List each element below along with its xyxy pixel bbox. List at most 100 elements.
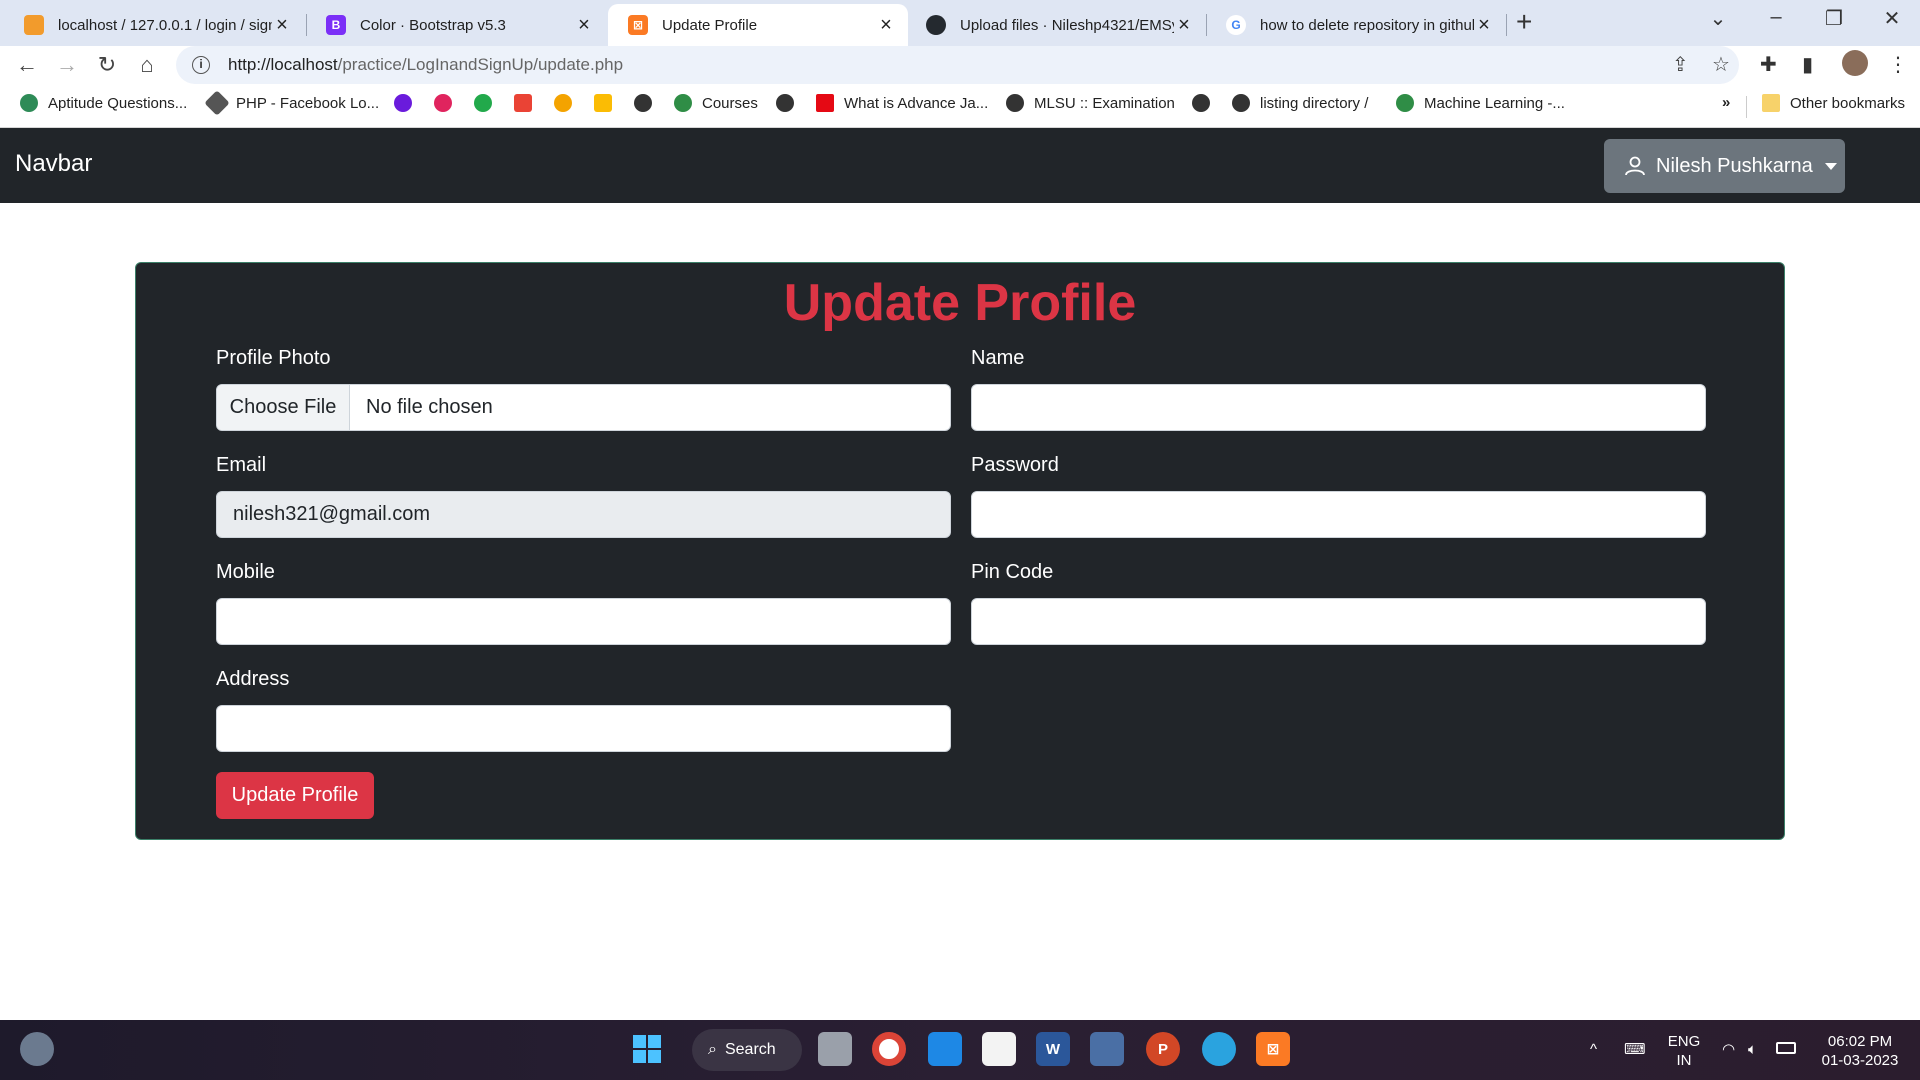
tab-title: how to delete repository in github [1260, 16, 1474, 34]
wifi-icon[interactable]: ◠ [1722, 1040, 1735, 1059]
password-label: Password [971, 454, 1059, 476]
new-tab-plus-icon[interactable]: + [1516, 6, 1532, 38]
powerpoint-icon[interactable]: P [1146, 1032, 1180, 1066]
pincode-field[interactable] [971, 598, 1706, 645]
close-icon[interactable]: × [1474, 14, 1494, 37]
person-icon [1625, 156, 1645, 176]
bootstrap-icon: B [326, 15, 346, 35]
globe-icon [1006, 94, 1024, 112]
update-profile-button[interactable]: Update Profile [216, 772, 374, 819]
mobile-field[interactable] [216, 598, 951, 645]
gmail-icon[interactable] [514, 94, 542, 112]
taskbar-search-label: Search [724, 1041, 776, 1058]
bookmark-green-2-icon[interactable] [474, 94, 502, 112]
name-field[interactable] [971, 384, 1706, 431]
bookmark-favicon-icon [204, 90, 230, 116]
side-panel-icon[interactable]: ▮ [1802, 52, 1813, 77]
home-icon[interactable]: ⌂ [132, 52, 162, 78]
bookmark-courses[interactable]: Courses [674, 94, 758, 112]
share-icon[interactable]: ⇪ [1672, 52, 1689, 77]
extensions-puzzle-icon[interactable]: ✚ [1760, 52, 1777, 77]
globe-icon[interactable] [634, 94, 662, 112]
taskbar-search[interactable]: ⌕ Search [692, 1029, 802, 1071]
search-icon: ⌕ [708, 1041, 717, 1058]
bookmark-rainbow-icon[interactable] [554, 94, 582, 112]
tab-search-chevron-icon[interactable]: ⌄ [1698, 6, 1738, 31]
tab-phpmyadmin[interactable]: localhost / 127.0.0.1 / login / sign × [4, 4, 304, 46]
show-hidden-icons-chevron[interactable]: ^ [1590, 1040, 1597, 1059]
tab-title: Upload files · Nileshp4321/EMSys [960, 16, 1174, 34]
browser-tab-strip: localhost / 127.0.0.1 / login / sign × B… [0, 0, 1920, 46]
bookmark-aptitude[interactable]: Aptitude Questions... [20, 94, 187, 112]
remote-desktop-icon[interactable] [1090, 1032, 1124, 1066]
choose-file-button[interactable]: Choose File [217, 385, 350, 430]
email-field[interactable]: nilesh321@gmail.com [216, 491, 951, 538]
task-view-icon[interactable] [818, 1032, 852, 1066]
globe-icon[interactable] [1192, 94, 1220, 112]
tab-bootstrap[interactable]: B Color · Bootstrap v5.3 × [306, 4, 606, 46]
bookmark-favicon-icon [20, 94, 38, 112]
update-profile-form: Update Profile Profile Photo Choose File… [135, 262, 1785, 840]
forward-arrow-icon[interactable]: → [52, 52, 82, 78]
bookmark-label: Aptitude Questions... [48, 94, 188, 112]
phpmyadmin-icon [24, 15, 44, 35]
url-host: http://localhost [228, 55, 338, 74]
site-info-icon[interactable]: i [192, 56, 210, 74]
close-icon[interactable]: × [574, 14, 594, 37]
tab-update-profile[interactable]: ⊠ Update Profile × [608, 4, 908, 46]
address-bar[interactable]: i http://localhost/practice/LogInandSign… [176, 46, 1739, 84]
more-bookmarks-chevron[interactable]: » [1722, 94, 1730, 111]
other-bookmarks[interactable]: Other bookmarks [1762, 94, 1905, 112]
weather-widget-icon[interactable] [20, 1032, 54, 1066]
bookmark-label: listing directory / [1260, 94, 1369, 112]
globe-icon[interactable] [776, 94, 804, 112]
profile-photo-file-input[interactable]: Choose File No file chosen [216, 384, 951, 431]
window-close-icon[interactable]: ✕ [1872, 6, 1912, 31]
bookmark-mlsu[interactable]: MLSU :: Examination [1006, 94, 1175, 112]
profile-avatar-icon[interactable] [1842, 50, 1868, 76]
xampp-icon[interactable]: ⊠ [1256, 1032, 1290, 1066]
keyboard-icon[interactable]: ⌨ [1624, 1040, 1646, 1059]
chrome-icon[interactable] [872, 1032, 906, 1066]
minimize-icon[interactable]: – [1756, 6, 1796, 29]
volume-icon[interactable]: 🔈︎ [1748, 1040, 1757, 1059]
clock-date: 01-03-2023 [1821, 1052, 1899, 1069]
microsoft-store-icon[interactable] [982, 1032, 1016, 1066]
close-icon[interactable]: × [1174, 14, 1194, 37]
bookmark-label: Courses [702, 94, 758, 112]
restore-icon[interactable]: ❐ [1814, 6, 1854, 31]
address-field[interactable] [216, 705, 951, 752]
bookmark-advance-java[interactable]: What is Advance Ja... [816, 94, 988, 112]
language-indicator[interactable]: ENG IN [1664, 1032, 1704, 1070]
word-icon[interactable]: W [1036, 1032, 1070, 1066]
close-icon[interactable]: × [272, 14, 292, 37]
bookmark-divider [1746, 96, 1747, 118]
bookmark-machine-learning[interactable]: Machine Learning -... [1396, 94, 1565, 112]
close-icon[interactable]: × [876, 14, 896, 37]
bookmark-yellow-icon[interactable] [594, 94, 622, 112]
more-menu-icon[interactable]: ⋮ [1888, 52, 1908, 77]
user-dropdown-button[interactable]: Nilesh Pushkarna [1604, 139, 1845, 193]
telegram-icon[interactable] [1202, 1032, 1236, 1066]
bookmark-purple-icon[interactable] [394, 94, 422, 112]
battery-icon[interactable] [1776, 1042, 1796, 1054]
browser-toolbar: ← → ↻ ⌂ i http://localhost/practice/LogI… [0, 46, 1920, 86]
tab-divider [1506, 14, 1507, 36]
bookmark-star-icon[interactable]: ☆ [1712, 52, 1730, 77]
bookmark-label: PHP - Facebook Lo... [236, 94, 380, 112]
lang-bottom: IN [1676, 1052, 1692, 1069]
clock[interactable]: 06:02 PM 01-03-2023 [1810, 1032, 1910, 1070]
bookmark-listing-directory[interactable]: listing directory / [1232, 94, 1368, 112]
windows-start-icon[interactable] [630, 1032, 664, 1066]
reload-icon[interactable]: ↻ [92, 52, 122, 78]
vscode-icon[interactable] [928, 1032, 962, 1066]
google-icon: G [1226, 15, 1246, 35]
tab-google[interactable]: G how to delete repository in github × [1206, 4, 1506, 46]
bookmark-php-facebook[interactable]: PHP - Facebook Lo... [204, 90, 380, 116]
tab-github[interactable]: Upload files · Nileshp4321/EMSys × [906, 4, 1206, 46]
bookmark-gear-red-icon[interactable] [434, 94, 462, 112]
password-field[interactable] [971, 491, 1706, 538]
navbar-brand[interactable]: Navbar [15, 150, 92, 178]
github-icon [926, 15, 946, 35]
back-arrow-icon[interactable]: ← [12, 52, 42, 78]
